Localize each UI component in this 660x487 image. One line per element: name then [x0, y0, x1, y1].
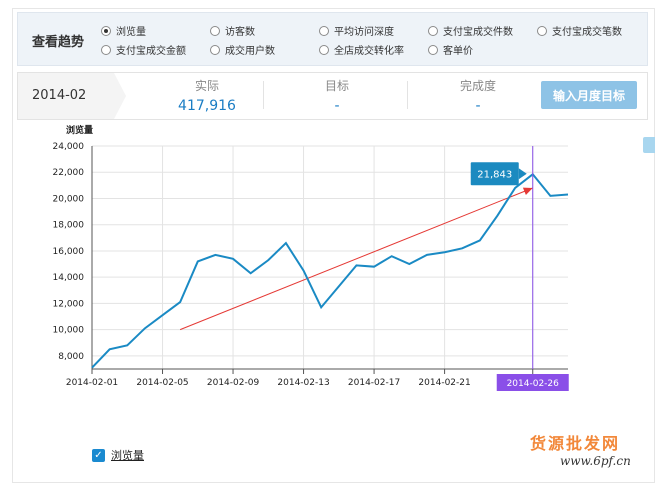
x-tick-label: 2014-02-21: [418, 378, 470, 388]
y-tick-label: 20,000: [53, 194, 85, 204]
y-tick-label: 22,000: [53, 168, 85, 178]
legend-label: 浏览量: [111, 449, 144, 462]
series-line-pageviews: [91, 172, 569, 369]
x-tick-label: 2014-02-05: [136, 378, 188, 388]
checkbox-checked-icon[interactable]: ✓: [92, 448, 105, 462]
pageview-line-chart: 浏览量 8,000 10,000 12,000 14,000 16,000 18,000 2…: [53, 124, 569, 391]
y-tick-label: 16,000: [53, 247, 85, 257]
y-axis-label: 浏览量: [66, 124, 93, 136]
y-tick-label: 10,000: [53, 326, 85, 336]
y-tick-label: 8,000: [58, 352, 84, 362]
hover-tooltip-value: 21,843: [477, 169, 512, 180]
watermark-url: www.6pf.cn: [560, 454, 631, 468]
y-tick-label: 12,000: [53, 299, 85, 309]
watermark-logo-text: 货源批发网: [530, 434, 621, 453]
x-tick-label: 2014-02-01: [66, 378, 118, 388]
side-feedback-tab[interactable]: [643, 137, 655, 153]
y-tick-label: 18,000: [53, 221, 85, 231]
hover-date-label: 2014-02-26: [507, 379, 560, 389]
x-tick-label: 2014-02-17: [348, 378, 400, 388]
y-tick-label: 24,000: [53, 142, 85, 152]
x-tick-label: 2014-02-13: [277, 378, 329, 388]
y-tick-label: 14,000: [53, 273, 85, 283]
legend-item-pageviews[interactable]: ✓ 浏览量: [92, 447, 144, 463]
x-tick-label: 2014-02-09: [207, 378, 260, 388]
hover-tooltip-pointer: [518, 168, 527, 180]
